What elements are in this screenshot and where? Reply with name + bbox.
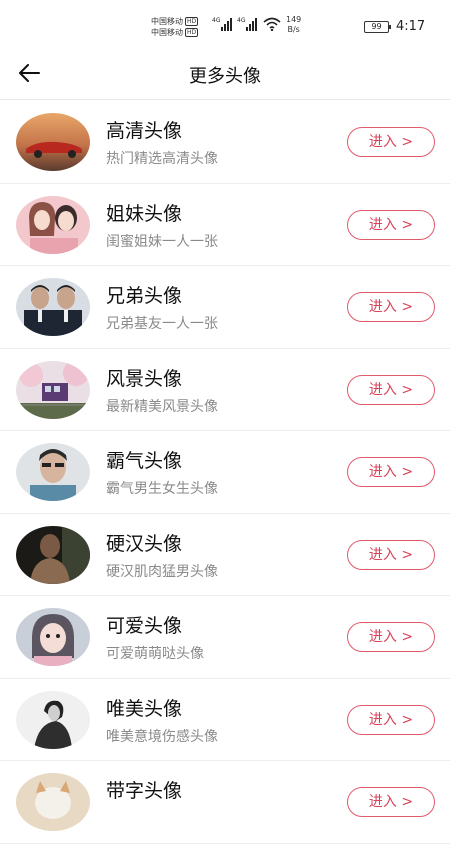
item-subtitle: 硬汉肌肉猛男头像: [106, 563, 218, 580]
network-speed: 149 B/s: [286, 15, 301, 35]
category-list: 高清头像 热门精选高清头像 进入 > 姐妹头像 闺蜜姐妹一人一张 进入 > 兄弟…: [0, 101, 450, 844]
item-title: 兄弟头像: [106, 285, 183, 307]
item-title: 高清头像: [106, 120, 183, 142]
item-title: 唯美头像: [106, 697, 183, 720]
carrier-1: 中国移动: [151, 17, 183, 26]
speed-value: 149: [286, 15, 302, 24]
enter-button[interactable]: 进入 >: [347, 374, 435, 405]
signal-icon-2: [246, 17, 257, 31]
aesthetic-avatar-image: [16, 690, 90, 749]
page-title: 更多头像: [189, 66, 261, 87]
network-type-1: 4G: [212, 17, 221, 24]
item-title: 硬汉头像: [106, 532, 183, 555]
item-title: 可爱头像: [106, 615, 183, 637]
sisters-avatar-image: [16, 195, 90, 254]
list-item[interactable]: 可爱头像 可爱萌萌哒头像 进入 >: [0, 596, 450, 679]
text-avatar-image: [16, 773, 90, 831]
enter-button[interactable]: 进入 >: [347, 457, 435, 487]
item-title: 带字头像: [106, 780, 183, 802]
list-item[interactable]: 风景头像 最新精美风景头像 进入 >: [0, 349, 450, 431]
item-subtitle: 唯美意境伤感头像: [106, 728, 218, 745]
list-item[interactable]: 姐妹头像 闺蜜姐妹一人一张 进入 >: [0, 184, 450, 266]
item-subtitle: 霸气男生女生头像: [106, 481, 218, 497]
list-item[interactable]: 霸气头像 霸气男生女生头像 进入 >: [0, 431, 450, 514]
list-item[interactable]: 硬汉头像 硬汉肌肉猛男头像 进入 >: [0, 514, 450, 596]
domineering-avatar-image: [16, 443, 90, 501]
enter-button[interactable]: 进入 >: [347, 704, 435, 735]
list-item[interactable]: 高清头像 热门精选高清头像 进入 >: [0, 101, 450, 184]
item-subtitle: 兄弟基友一人一张: [106, 316, 218, 332]
network-type-2: 4G: [237, 17, 246, 24]
hd-badge: HD: [185, 17, 199, 26]
item-subtitle: 可爱萌萌哒头像: [106, 646, 204, 662]
signal-icon: [221, 17, 232, 31]
hd-avatar-image: [16, 113, 90, 171]
brothers-avatar-image: [16, 278, 90, 336]
item-title: 霸气头像: [106, 450, 183, 472]
speed-unit: B/s: [287, 25, 300, 34]
enter-button[interactable]: 进入 >: [347, 209, 435, 240]
cute-avatar-image: [16, 608, 90, 666]
scenery-avatar-image: [16, 360, 90, 419]
list-item[interactable]: 带字头像 进入 >: [0, 761, 450, 844]
hd-badge-2: HD: [185, 28, 199, 37]
enter-button[interactable]: 进入 >: [347, 292, 435, 322]
wifi-icon: [263, 17, 281, 31]
tough-guy-avatar-image: [16, 525, 90, 584]
title-bar: 更多头像: [0, 46, 450, 100]
enter-button[interactable]: 进入 >: [347, 539, 435, 570]
battery-icon: 99: [364, 21, 391, 33]
item-title: 风景头像: [106, 367, 183, 390]
carrier-2: 中国移动: [151, 28, 183, 37]
carrier-info: 中国移动 HD 中国移动 HD: [151, 16, 199, 38]
clock: 4:17: [396, 19, 426, 34]
status-bar: 中国移动 HD 中国移动 HD 4G 4G 149 B/s 99 4:17: [0, 0, 450, 46]
item-subtitle: 最新精美风景头像: [106, 398, 218, 415]
enter-button[interactable]: 进入 >: [347, 787, 435, 817]
enter-button[interactable]: 进入 >: [347, 622, 435, 652]
enter-button[interactable]: 进入 >: [347, 127, 435, 157]
list-item[interactable]: 兄弟头像 兄弟基友一人一张 进入 >: [0, 266, 450, 349]
item-subtitle: 闺蜜姐妹一人一张: [106, 233, 218, 250]
item-title: 姐妹头像: [106, 202, 183, 225]
item-subtitle: 热门精选高清头像: [106, 151, 218, 167]
list-item[interactable]: 唯美头像 唯美意境伤感头像 进入 >: [0, 679, 450, 761]
